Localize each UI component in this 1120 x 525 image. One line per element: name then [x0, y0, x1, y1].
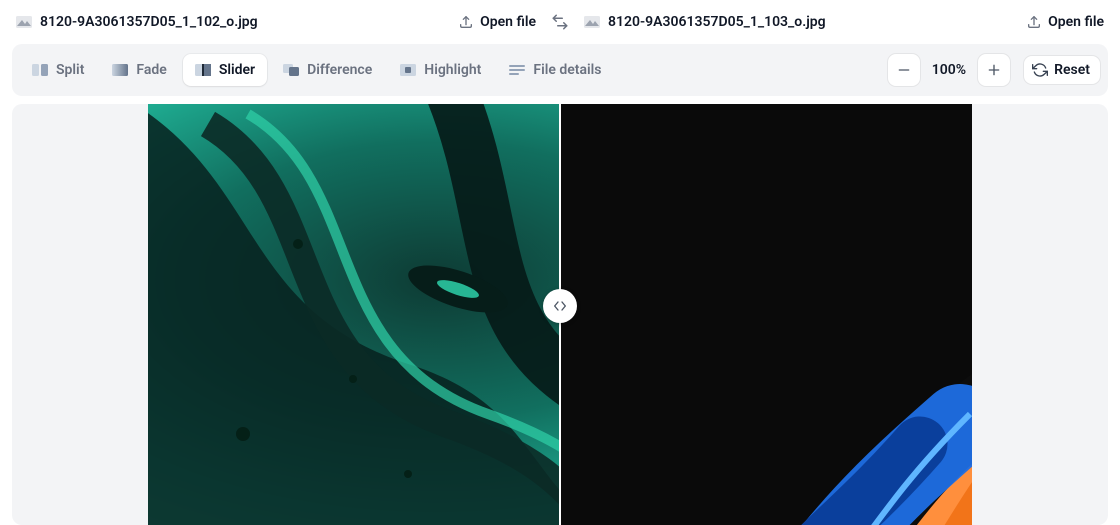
view-mode-tabs: Split Fade Slider Difference Highlight F [20, 54, 880, 86]
right-image [560, 104, 972, 525]
tab-slider-label: Slider [219, 62, 255, 78]
reset-icon [1032, 62, 1048, 78]
comparison-canvas[interactable] [12, 104, 1108, 525]
tab-file-details-label: File details [533, 62, 601, 78]
upload-icon [458, 14, 474, 30]
tab-difference[interactable]: Difference [271, 54, 384, 86]
zoom-level: 100% [928, 62, 970, 78]
tab-split-label: Split [56, 62, 84, 78]
right-filename: 8120-9A3061357D05_1_103_o.jpg [608, 14, 826, 30]
left-image [148, 104, 560, 525]
split-icon [32, 64, 48, 76]
tab-fade-label: Fade [136, 62, 166, 78]
minus-icon [896, 62, 912, 78]
open-left-file-button[interactable]: Open file [458, 14, 536, 30]
zoom-controls: 100% [888, 54, 1010, 86]
zoom-in-button[interactable] [978, 54, 1010, 86]
tab-slider[interactable]: Slider [183, 54, 267, 86]
plus-icon [986, 62, 1002, 78]
tab-highlight[interactable]: Highlight [388, 54, 493, 86]
image-file-icon [16, 16, 32, 28]
file-header: 8120-9A3061357D05_1_102_o.jpg Open file … [0, 0, 1120, 44]
tab-file-details[interactable]: File details [497, 54, 613, 86]
left-filename: 8120-9A3061357D05_1_102_o.jpg [40, 14, 258, 30]
drag-horizontal-icon [552, 298, 568, 314]
swap-icon [551, 13, 569, 31]
tab-fade[interactable]: Fade [100, 54, 178, 86]
swap-files-button[interactable] [548, 13, 572, 31]
open-left-label: Open file [480, 14, 536, 30]
tab-highlight-label: Highlight [424, 62, 481, 78]
upload-icon [1026, 14, 1042, 30]
open-right-label: Open file [1048, 14, 1104, 30]
difference-icon [283, 64, 299, 76]
reset-label: Reset [1054, 62, 1090, 78]
tab-split[interactable]: Split [20, 54, 96, 86]
slider-viewport [148, 104, 972, 525]
reset-button[interactable]: Reset [1024, 56, 1100, 84]
tab-difference-label: Difference [307, 62, 372, 78]
fade-icon [112, 64, 128, 76]
slider-handle[interactable] [543, 289, 577, 323]
left-file: 8120-9A3061357D05_1_102_o.jpg [16, 14, 446, 30]
zoom-out-button[interactable] [888, 54, 920, 86]
right-file: 8120-9A3061357D05_1_103_o.jpg [584, 14, 1014, 30]
slider-icon [195, 64, 211, 76]
open-right-file-button[interactable]: Open file [1026, 14, 1104, 30]
highlight-icon [400, 64, 416, 76]
image-file-icon [584, 16, 600, 28]
toolbar: Split Fade Slider Difference Highlight F [12, 44, 1108, 96]
file-details-icon [509, 64, 525, 76]
